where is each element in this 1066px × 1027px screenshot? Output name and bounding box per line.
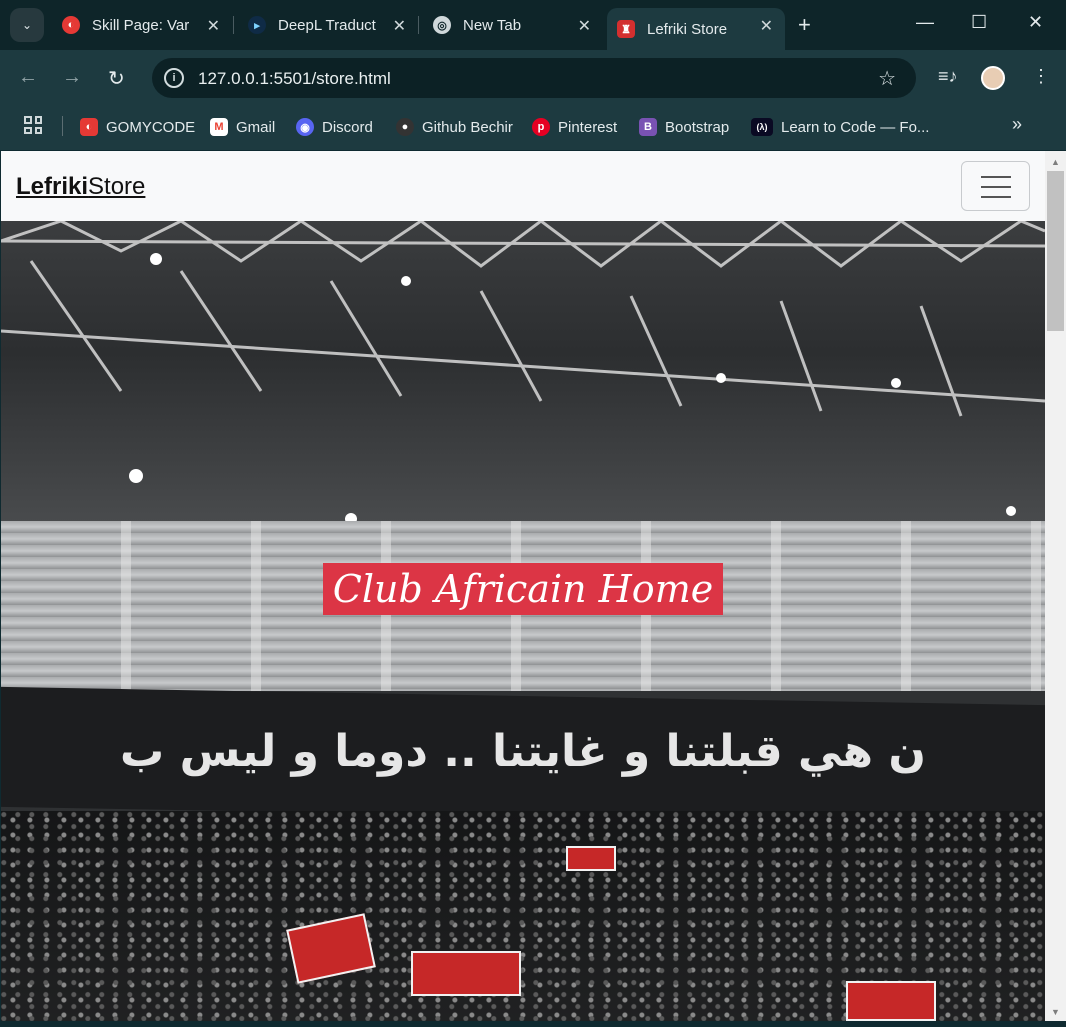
scroll-up-icon[interactable]: ▲	[1051, 157, 1060, 167]
club-africain-icon: ♜	[617, 20, 635, 38]
gomycode-icon: ◐	[80, 118, 98, 136]
close-icon[interactable]: ✕	[393, 16, 406, 36]
flag-image	[846, 981, 936, 1021]
scrollbar-thumb[interactable]	[1047, 171, 1064, 331]
tab-title: Skill Page: Vari	[92, 16, 190, 34]
site-navbar: LefrikiStore	[1, 151, 1045, 221]
scroll-down-icon[interactable]: ▼	[1051, 1007, 1060, 1017]
brand-link[interactable]: LefrikiStore	[16, 173, 145, 201]
bookmark-pinterest[interactable]: p Pinterest	[532, 118, 617, 136]
close-icon[interactable]: ✕	[207, 16, 220, 36]
browser-window: ⌄ ◐ Skill Page: Vari ✕ ▸ DeepL Traduct ✕…	[0, 0, 1066, 1027]
hamburger-icon	[981, 176, 1011, 178]
page-scrollbar[interactable]: ▲ ▼	[1045, 151, 1066, 1021]
minimize-icon: —	[916, 12, 934, 32]
gomycode-icon: ◐	[62, 16, 80, 34]
chevron-down-icon: ⌄	[21, 18, 33, 32]
apps-grid-icon[interactable]	[24, 116, 42, 134]
more-vertical-icon: ⋮	[1032, 66, 1050, 86]
url-text[interactable]: 127.0.0.1:5501/store.html	[198, 69, 391, 89]
bookmarks-overflow-button[interactable]: »	[1012, 114, 1022, 135]
bookmark-label: Discord	[322, 118, 373, 136]
maximize-button[interactable]: ☐	[971, 12, 987, 33]
chevron-double-right-icon: »	[1012, 114, 1023, 134]
page-viewport: LefrikiStore ن هي قبلتنا و غايتنا .. دوم…	[1, 151, 1045, 1021]
bookmarks-bar: ◐ GOMYCODE M Gmail ◉ Discord ● Github Be…	[0, 106, 1066, 150]
tab-separator	[233, 16, 234, 34]
tab-bar: ⌄ ◐ Skill Page: Vari ✕ ▸ DeepL Traduct ✕…	[0, 0, 1066, 50]
tab-new-tab[interactable]: ◎ New Tab ✕	[433, 8, 603, 42]
tab-separator	[418, 16, 419, 34]
fans-banner-text: ن هي قبلتنا و غايتنا .. دوما و ليس ب	[120, 726, 926, 777]
back-button[interactable]: ←	[18, 66, 38, 89]
brand-rest: Store	[88, 173, 146, 200]
bookmark-discord[interactable]: ◉ Discord	[296, 118, 373, 136]
bookmark-gmail[interactable]: M Gmail	[210, 118, 275, 136]
plus-icon: +	[798, 12, 811, 37]
bookmark-bootstrap[interactable]: B Bootstrap	[639, 118, 729, 136]
pinterest-icon: p	[532, 118, 550, 136]
close-icon: ✕	[1028, 12, 1044, 32]
address-bar[interactable]: i 127.0.0.1:5501/store.html ☆	[152, 58, 916, 98]
close-window-button[interactable]: ✕	[1028, 12, 1043, 33]
arrow-right-icon: →	[62, 66, 82, 88]
tab-skill-page[interactable]: ◐ Skill Page: Vari ✕	[62, 8, 232, 42]
bookmark-label: Github Bechir	[422, 118, 513, 136]
tab-lefriki-store[interactable]: ♜ Lefriki Store ✕	[607, 8, 785, 50]
bookmark-label: Gmail	[236, 118, 276, 136]
browser-menu-button[interactable]: ⋮	[1032, 66, 1050, 87]
bookmark-label: Learn to Code — Fo...	[781, 118, 930, 136]
hero-title: Club Africain Home	[323, 563, 723, 615]
tab-title: New Tab	[463, 16, 522, 34]
forward-button[interactable]: →	[62, 66, 82, 89]
reload-icon: ↻	[108, 68, 125, 90]
bookmark-star-icon[interactable]: ☆	[878, 66, 896, 91]
navbar-toggler-button[interactable]	[961, 161, 1030, 211]
tab-title: Lefriki Store	[647, 20, 728, 38]
brand-bold: Lefriki	[16, 173, 89, 200]
deepl-icon: ▸	[248, 16, 266, 34]
tab-search-button[interactable]: ⌄	[10, 8, 44, 42]
flag-image	[411, 951, 521, 996]
tab-deepl[interactable]: ▸ DeepL Traduct ✕	[248, 8, 418, 42]
minimize-button[interactable]: —	[916, 12, 934, 33]
gmail-icon: M	[210, 118, 228, 136]
chrome-icon: ◎	[433, 16, 451, 34]
hero-section: ن هي قبلتنا و غايتنا .. دوما و ليس ب Clu…	[1, 221, 1045, 1021]
arrow-left-icon: ←	[18, 66, 38, 88]
site-info-icon[interactable]: i	[164, 68, 184, 88]
close-icon[interactable]: ✕	[578, 16, 591, 36]
bookmark-gomycode[interactable]: ◐ GOMYCODE	[80, 118, 195, 136]
profile-avatar[interactable]	[981, 66, 1005, 90]
hamburger-icon	[981, 186, 1011, 188]
bookmark-label: Pinterest	[558, 118, 618, 136]
bookmark-separator	[62, 116, 63, 136]
media-control-button[interactable]: ≡♪	[938, 66, 958, 87]
playlist-icon: ≡♪	[938, 66, 958, 86]
new-tab-button[interactable]: +	[798, 12, 811, 38]
github-icon: ●	[396, 118, 414, 136]
bookmark-label: Bootstrap	[665, 118, 730, 136]
reload-button[interactable]: ↻	[108, 66, 125, 91]
hamburger-icon	[981, 196, 1011, 198]
close-icon[interactable]: ✕	[760, 16, 773, 36]
maximize-icon: ☐	[971, 12, 988, 32]
flag-image	[566, 846, 616, 871]
bookmark-label: GOMYCODE	[106, 118, 196, 136]
browser-toolbar: ← → ↻ i 127.0.0.1:5501/store.html ☆ ≡♪ ⋮	[0, 50, 1066, 106]
tab-title: DeepL Traduct	[278, 16, 376, 34]
freecodecamp-icon: (λ)	[751, 118, 773, 136]
bookmark-github[interactable]: ● Github Bechir	[396, 118, 513, 136]
stadium-truss-image	[1, 221, 1045, 548]
discord-icon: ◉	[296, 118, 314, 136]
bootstrap-icon: B	[639, 118, 657, 136]
bookmark-freecodecamp[interactable]: (λ) Learn to Code — Fo...	[751, 118, 929, 136]
